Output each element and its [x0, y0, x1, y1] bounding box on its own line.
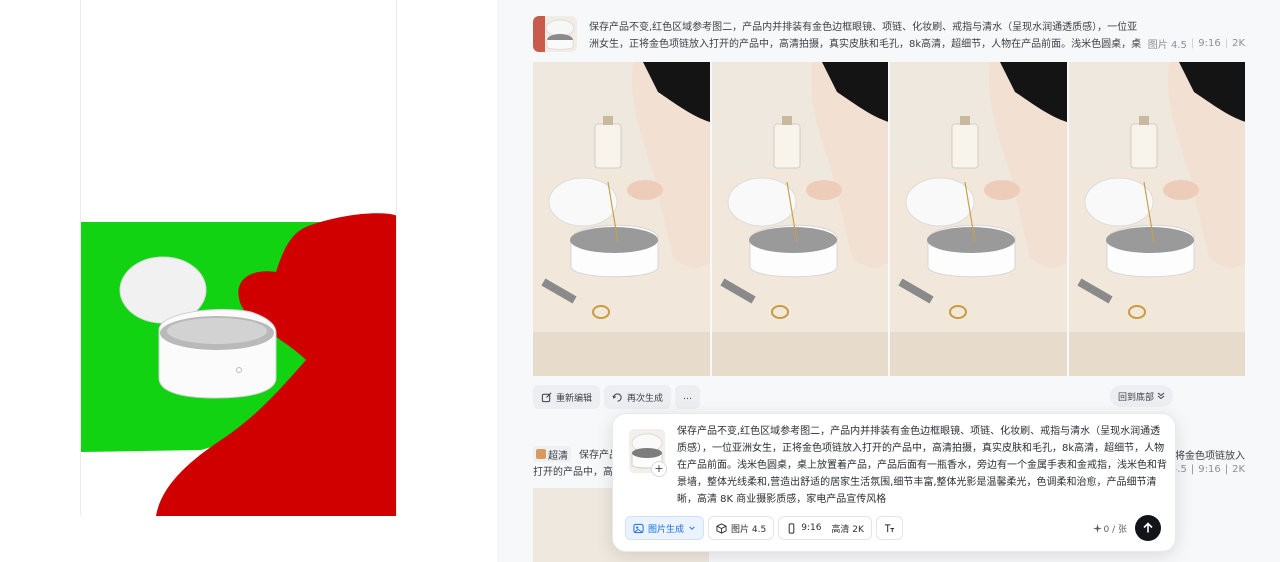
- hd-badge: 超清: [533, 446, 571, 462]
- ratio-label: 9:16: [801, 523, 822, 533]
- result-image-grid: [533, 62, 1245, 376]
- meta-separator: |: [1190, 464, 1195, 475]
- more-icon: …: [683, 392, 693, 402]
- prompt-composer: + 保存产品不变,红色区域参考图二，产品内并排装有金色边框眼镜、项链、化妆刷、戒…: [612, 413, 1176, 552]
- more-button[interactable]: …: [675, 385, 701, 409]
- reference-sketch: [81, 213, 396, 516]
- back-to-bottom-button[interactable]: 回到底部: [1109, 385, 1173, 407]
- text-format-button[interactable]: [875, 516, 903, 540]
- second-meta-resolution: 2K: [1232, 464, 1245, 475]
- resolution-label: 高清 2K: [831, 524, 864, 535]
- re-edit-label: 重新编辑: [556, 393, 593, 404]
- regenerate-button[interactable]: 再次生成: [604, 385, 672, 409]
- result-meta: 图片 4.5 | 9:16 | 2K: [1148, 36, 1245, 51]
- credit-cost: 0 / 张: [1092, 522, 1127, 535]
- regenerate-label: 再次生成: [627, 393, 664, 404]
- result-prompt: 保存产品不变,红色区域参考图二，产品内并排装有金色边框眼镜、项链、化妆刷、戒指与…: [589, 22, 1142, 50]
- meta-separator: |: [1224, 464, 1229, 475]
- double-chevron-down-icon: [1157, 392, 1165, 400]
- portrait-ratio-icon: [788, 522, 795, 534]
- result-header: 保存产品不变,红色区域参考图二，产品内并排装有金色边框眼镜、项链、化妆刷、戒指与…: [533, 16, 1245, 52]
- credit-cost-label: 0 / 张: [1103, 524, 1127, 535]
- ratio-resolution-select[interactable]: 9:16 高清 2K: [778, 516, 872, 540]
- app-root: 保存产品不变,红色区域参考图二，产品内并排装有金色边框眼镜、项链、化妆刷、戒指与…: [0, 0, 1280, 562]
- reference-thumbnail[interactable]: [533, 16, 577, 52]
- text-size-icon: [884, 523, 895, 532]
- result-image[interactable]: [533, 62, 710, 376]
- cube-icon: [716, 522, 727, 534]
- image-gen-icon: [633, 523, 644, 533]
- composer-prompt-input[interactable]: 保存产品不变,红色区域参考图二，产品内并排装有金色边框眼镜、项链、化妆刷、戒指与…: [677, 423, 1167, 508]
- result-actions: 重新编辑 再次生成 …: [533, 385, 701, 409]
- back-to-bottom-label: 回到底部: [1117, 392, 1154, 403]
- second-meta-ratio: 9:16: [1198, 464, 1221, 475]
- mode-label: 图片生成: [648, 524, 685, 535]
- arrow-up-icon: [1143, 522, 1153, 533]
- result-image[interactable]: [711, 62, 888, 376]
- meta-ratio: 9:16: [1198, 38, 1221, 49]
- model-select[interactable]: 图片 4.5: [708, 516, 775, 540]
- regenerate-icon: [612, 392, 622, 402]
- chevron-down-icon: [689, 526, 695, 530]
- edit-icon: [541, 392, 552, 402]
- mode-select[interactable]: 图片生成: [625, 516, 705, 540]
- second-prompt-end: 将金色项链放入: [1175, 451, 1245, 462]
- hd-thumb-icon: [536, 449, 546, 459]
- send-button[interactable]: [1135, 515, 1161, 541]
- meta-model: 图片 4.5: [1147, 40, 1187, 51]
- model-label: 图片 4.5: [731, 524, 767, 535]
- composer-toolbar: 图片生成 图片 4.5 9:16 高清 2K: [625, 516, 903, 540]
- meta-separator: |: [1224, 38, 1229, 49]
- meta-resolution: 2K: [1232, 38, 1245, 49]
- hd-badge-label: 超清: [548, 450, 568, 462]
- composer-submit-area: 0 / 张: [1092, 515, 1161, 541]
- result-image[interactable]: [1068, 62, 1245, 376]
- reference-canvas[interactable]: [80, 0, 397, 516]
- add-reference-button[interactable]: +: [651, 461, 667, 477]
- result-image[interactable]: [890, 62, 1067, 376]
- re-edit-button[interactable]: 重新编辑: [533, 385, 601, 409]
- sparkle-icon: [1092, 523, 1102, 533]
- second-meta: 4.5 | 9:16 | 2K: [1171, 464, 1245, 475]
- meta-separator: |: [1190, 38, 1195, 49]
